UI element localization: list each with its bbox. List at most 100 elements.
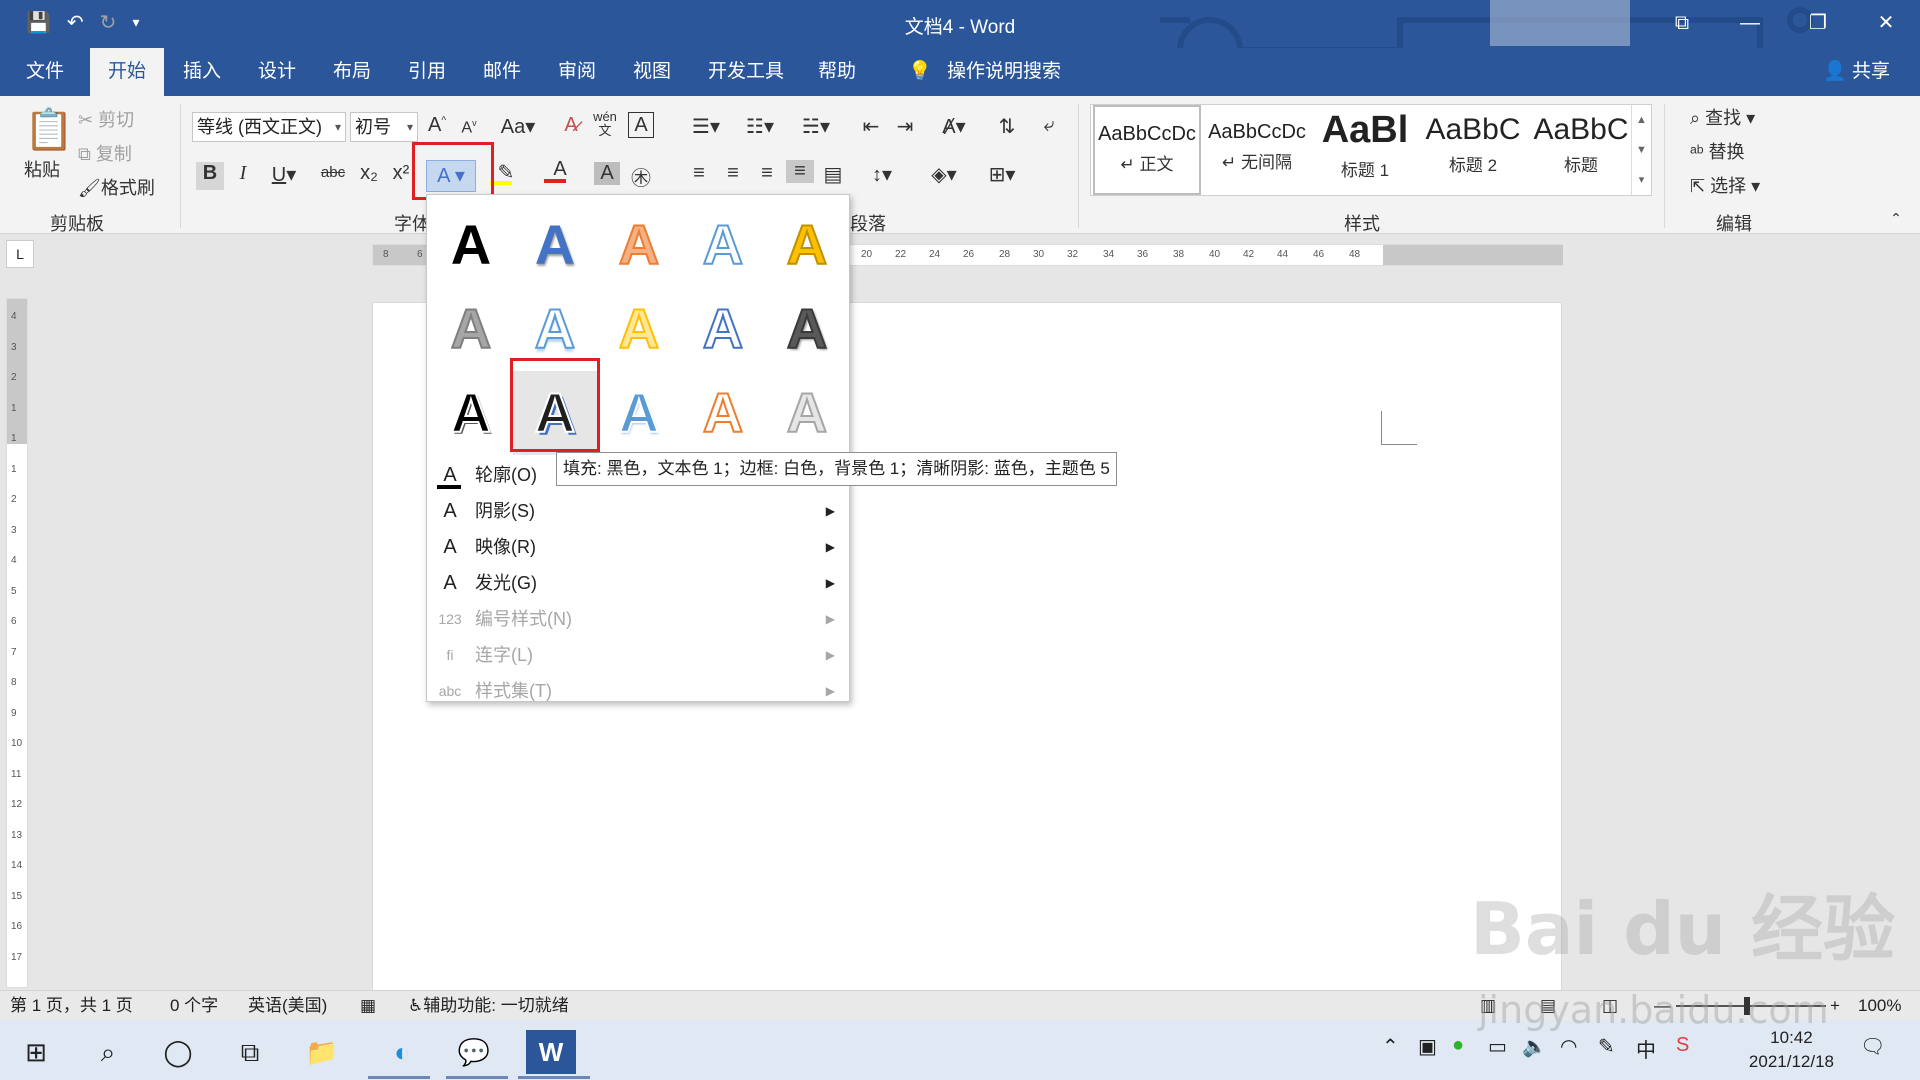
close-button[interactable]: ✕ [1852, 0, 1920, 48]
text-effect-style[interactable]: A [681, 203, 765, 287]
tab-layout[interactable]: 布局 [315, 48, 389, 96]
tab-review[interactable]: 审阅 [540, 48, 614, 96]
text-effect-style[interactable]: A [597, 371, 681, 455]
collapse-ribbon-icon[interactable]: ⌃ [1886, 210, 1906, 227]
tab-selector[interactable]: L [6, 240, 34, 268]
bullets-icon[interactable]: ☰▾ [686, 114, 726, 139]
find-button[interactable]: ⌕ 查找 ▾ [1690, 104, 1755, 130]
increase-indent-icon[interactable]: ⇥ [892, 114, 918, 139]
ribbon-display-options-button[interactable]: ⧉ [1648, 0, 1716, 48]
text-effect-style[interactable]: A [765, 371, 849, 455]
tab-insert[interactable]: 插入 [165, 48, 239, 96]
file-explorer-icon[interactable]: 📁 [300, 1030, 344, 1074]
distributed-icon[interactable]: ▤ [820, 162, 846, 187]
text-effect-style[interactable]: A [765, 203, 849, 287]
style-no-spacing[interactable]: AaBbCcDc ↵ 无间隔 [1203, 105, 1311, 195]
style-heading-1[interactable]: AaBl 标题 1 [1311, 105, 1419, 195]
text-effects-menu-item[interactable]: A 阴影(S) ▶ [427, 493, 849, 529]
show-hidden-icons[interactable]: ⌃ [1382, 1034, 1399, 1059]
tab-help[interactable]: 帮助 [800, 48, 874, 96]
underline-button[interactable]: U▾ [264, 162, 304, 187]
text-effects-menu-item[interactable]: A 映像(R) ▶ [427, 529, 849, 565]
text-effect-style[interactable]: A [681, 371, 765, 455]
tab-mailings[interactable]: 邮件 [465, 48, 539, 96]
tab-file[interactable]: 文件 [8, 48, 82, 96]
sogou-icon[interactable]: S [1676, 1034, 1689, 1057]
word-icon[interactable]: W [526, 1030, 576, 1074]
zoom-level[interactable]: 100% [1858, 991, 1901, 1021]
text-effect-style[interactable]: A [429, 203, 513, 287]
text-effect-style[interactable]: A [597, 203, 681, 287]
character-shading-icon[interactable]: A [594, 162, 620, 185]
edge-icon[interactable]: ◐ [380, 1030, 424, 1074]
tab-design[interactable]: 设计 [240, 48, 314, 96]
account-avatar-blurred[interactable] [1490, 0, 1630, 46]
gallery-scroll[interactable]: ▲ ▼ ▾ [1631, 105, 1651, 195]
minimize-button[interactable]: — [1716, 0, 1784, 48]
grow-font-icon[interactable]: A^ [424, 114, 450, 137]
change-case-icon[interactable]: Aa▾ [498, 114, 538, 139]
ime-indicator[interactable]: 中 [1636, 1034, 1656, 1063]
paste-icon[interactable]: 📋 [24, 106, 74, 154]
cortana-icon[interactable]: ◯ [156, 1030, 200, 1074]
tray-app-icon[interactable]: ▣ [1418, 1034, 1437, 1059]
zoom-in-button[interactable]: + [1830, 991, 1840, 1021]
share-button[interactable]: 👤 共享 [1823, 48, 1890, 96]
text-effect-style[interactable]: A [597, 287, 681, 371]
restore-button[interactable]: ❐ [1784, 0, 1852, 48]
tab-developer[interactable]: 开发工具 [690, 48, 802, 96]
accessibility-indicator[interactable]: ♿辅助功能: 一切就绪 [408, 991, 569, 1021]
italic-button[interactable]: I [230, 162, 256, 185]
notification-icon[interactable]: 🗨 [1860, 1034, 1885, 1059]
tab-home[interactable]: 开始 [90, 48, 165, 96]
clear-formatting-icon[interactable]: A̷ [558, 114, 584, 137]
text-effect-style[interactable]: A [765, 287, 849, 371]
start-icon[interactable]: ⊞ [14, 1030, 58, 1074]
shrink-font-icon[interactable]: Av [456, 118, 482, 137]
style-normal[interactable]: AaBbCcDc ↵ 正文 [1093, 105, 1201, 195]
search-icon[interactable]: ⌕ [86, 1030, 130, 1074]
wechat-tray-icon[interactable]: ● [1452, 1034, 1464, 1057]
font-name-combo[interactable]: 等线 (西文正文) ▾ [192, 112, 346, 142]
justify-icon[interactable]: ≡ [786, 160, 814, 183]
sort-icon[interactable]: ⇅ [994, 114, 1020, 139]
macro-icon[interactable]: ▦ [360, 991, 376, 1021]
shading-icon[interactable]: ◈▾ [922, 162, 966, 187]
phonetic-guide-icon[interactable]: wén 文 [592, 110, 618, 138]
replace-button[interactable]: ᵃᵇ 替换 [1690, 138, 1745, 164]
asian-layout-icon[interactable]: Ⱥ▾ [934, 114, 974, 139]
style-heading-2[interactable]: AaBbC 标题 2 [1419, 105, 1527, 195]
decrease-indent-icon[interactable]: ⇤ [858, 114, 884, 139]
enclose-characters-icon[interactable]: ㊍ [628, 162, 654, 191]
cut-button[interactable]: ✂ 剪切 [78, 106, 134, 132]
tab-view[interactable]: 视图 [615, 48, 689, 96]
wechat-icon[interactable]: 💬 [452, 1030, 496, 1074]
paste-button[interactable]: 粘贴 [24, 156, 60, 182]
subscript-button[interactable]: x₂ [356, 162, 382, 185]
align-center-icon[interactable]: ≡ [720, 162, 746, 185]
select-button[interactable]: ⇱ 选择 ▾ [1690, 172, 1760, 198]
format-painter-button[interactable]: 🖌格式刷 [78, 174, 155, 200]
numbering-icon[interactable]: ☷▾ [740, 114, 780, 139]
volume-icon[interactable]: 🔈 [1522, 1034, 1547, 1059]
word-count[interactable]: 0 个字 [170, 991, 218, 1021]
text-effect-style[interactable]: A [429, 287, 513, 371]
text-effect-style[interactable]: A [681, 287, 765, 371]
line-spacing-icon[interactable]: ↕▾ [860, 162, 904, 187]
wifi-icon[interactable]: ◠ [1560, 1034, 1577, 1059]
align-left-icon[interactable]: ≡ [686, 162, 712, 185]
strikethrough-button[interactable]: abc [316, 164, 350, 181]
page-count[interactable]: 第 1 页，共 1 页 [10, 991, 133, 1021]
show-marks-icon[interactable]: ⤶ [1036, 114, 1062, 137]
tab-references[interactable]: 引用 [390, 48, 464, 96]
battery-icon[interactable]: ▭ [1488, 1034, 1507, 1059]
font-color-button[interactable]: A [538, 158, 582, 183]
text-effect-style[interactable]: A [429, 371, 513, 455]
pen-icon[interactable]: ✎ [1598, 1034, 1615, 1059]
multilevel-list-icon[interactable]: ☵▾ [796, 114, 836, 139]
align-right-icon[interactable]: ≡ [754, 162, 780, 185]
font-size-combo[interactable]: 初号 ▾ [350, 112, 418, 142]
task-view-icon[interactable]: ⧉ [228, 1030, 272, 1074]
bold-button[interactable]: B [196, 162, 224, 190]
vertical-ruler[interactable]: 4 3 2 1 1 1 2 3 4 5 6 7 8 9 10 11 12 13 14 15 16 17 [6, 298, 28, 988]
